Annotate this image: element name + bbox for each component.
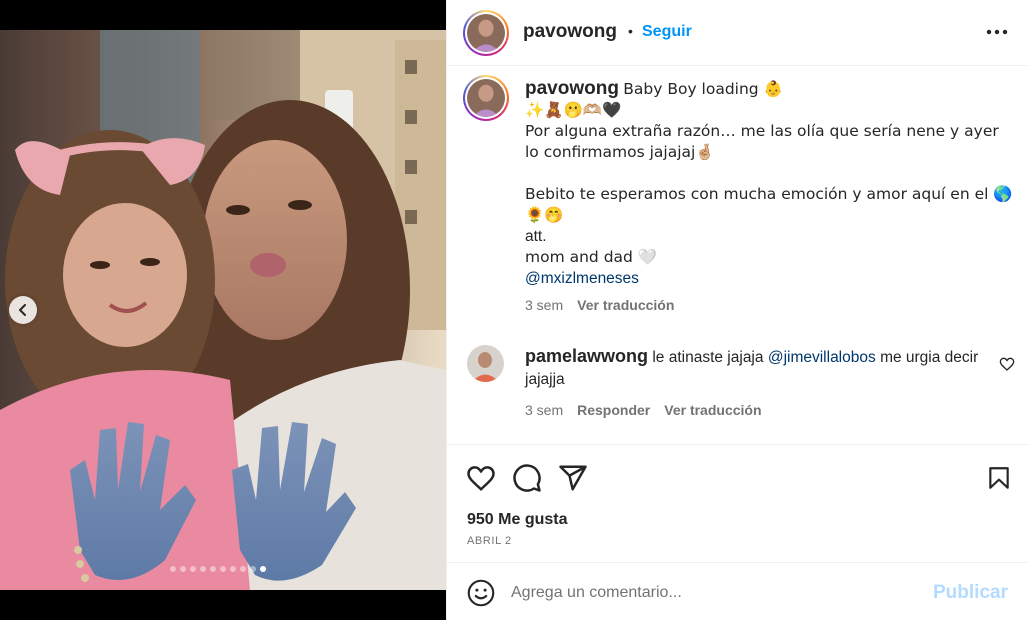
caption-meta: 3 sem Ver traducción (525, 295, 1015, 316)
paper-plane-icon (559, 465, 587, 491)
profile-story-ring[interactable] (463, 10, 509, 56)
caption-translate-link[interactable]: Ver traducción (577, 295, 674, 316)
speech-bubble-icon (513, 464, 541, 492)
caption-timestamp[interactable]: 3 sem (525, 295, 563, 316)
chevron-left-icon (19, 304, 26, 316)
caption-line: Baby Boy loading 👶 (623, 80, 783, 98)
carousel-dot (250, 566, 256, 572)
follow-button[interactable]: Seguir (642, 23, 692, 41)
comment-text: pamelawwong le atinaste jajaja @jimevill… (525, 345, 995, 391)
caption-line: Por alguna extraña razón… me las olía qu… (525, 122, 999, 161)
comment: pamelawwong le atinaste jajaja @jimevill… (525, 345, 995, 421)
media-letterbox-bottom (0, 590, 446, 620)
publish-button[interactable]: Publicar (933, 582, 1008, 604)
caption-line: att. (525, 228, 547, 245)
post-photo[interactable] (0, 30, 446, 590)
comment-meta: 3 sem Responder Ver traducción (525, 399, 995, 421)
share-button[interactable] (557, 462, 589, 494)
caption-avatar-ring[interactable] (463, 75, 509, 121)
carousel-dot (170, 566, 176, 572)
carousel-dots (170, 566, 266, 574)
photo-illustration (0, 30, 446, 590)
heart-outline-icon[interactable] (999, 356, 1015, 372)
commenter-avatar[interactable] (467, 345, 504, 382)
carousel-dot (240, 566, 246, 572)
media-letterbox-top (0, 0, 446, 30)
comment-button[interactable] (511, 462, 543, 494)
comment-input[interactable] (511, 579, 911, 607)
carousel-dot (220, 566, 226, 572)
comment-mention-link[interactable]: @jimevillalobos (768, 349, 876, 366)
carousel-dot (230, 566, 236, 572)
avatar (467, 79, 505, 117)
carousel-dot (190, 566, 196, 572)
caption-mention-link[interactable]: @mxizlmeneses (525, 268, 1015, 289)
carousel-dot (210, 566, 216, 572)
caption-username[interactable]: pavowong (525, 78, 619, 99)
carousel-dot (260, 566, 266, 572)
carousel-prev-button[interactable] (9, 296, 37, 324)
action-bar (447, 458, 1028, 498)
bookmark-icon (989, 467, 1009, 489)
more-horizontal-icon (986, 29, 1008, 35)
comment-text-before: le atinaste jajaja (652, 349, 764, 366)
post-date[interactable]: ABRIL 2 (467, 535, 512, 547)
carousel-dot (180, 566, 186, 572)
comment-translate-link[interactable]: Ver traducción (664, 399, 761, 421)
comment-username[interactable]: pamelawwong (525, 346, 648, 366)
carousel-dot (200, 566, 206, 572)
comment-timestamp[interactable]: 3 sem (525, 399, 563, 421)
post-media (0, 0, 446, 620)
add-comment-bar: Publicar (447, 562, 1028, 620)
likes-count[interactable]: 950 Me gusta (467, 511, 567, 529)
caption-line: mom and dad 🤍 (525, 248, 658, 266)
caption-line-first: pavowong Baby Boy loading 👶 (525, 78, 1015, 100)
avatar (467, 14, 505, 52)
header-username[interactable]: pavowong (523, 21, 617, 43)
caption-text: pavowong Baby Boy loading 👶 ✨🧸🫢🫶🏼🖤 Por a… (525, 78, 1015, 316)
comments-section[interactable]: pavowong Baby Boy loading 👶 ✨🧸🫢🫶🏼🖤 Por a… (447, 67, 1028, 445)
smiley-face-icon[interactable] (467, 579, 495, 607)
more-options-button[interactable] (983, 22, 1011, 42)
post-panel: pavowong • Seguir pavowong Baby Boy load… (446, 0, 1028, 620)
save-button[interactable] (983, 462, 1015, 494)
comment-reply-link[interactable]: Responder (577, 399, 650, 421)
header-separator: • (628, 23, 633, 39)
caption-line: ✨🧸🫢🫶🏼🖤 (525, 101, 622, 119)
caption-line: Bebito te esperamos con mucha emoción y … (525, 185, 1013, 224)
heart-outline-icon (467, 466, 495, 491)
like-button[interactable] (465, 462, 497, 494)
post-header: pavowong • Seguir (447, 0, 1028, 66)
